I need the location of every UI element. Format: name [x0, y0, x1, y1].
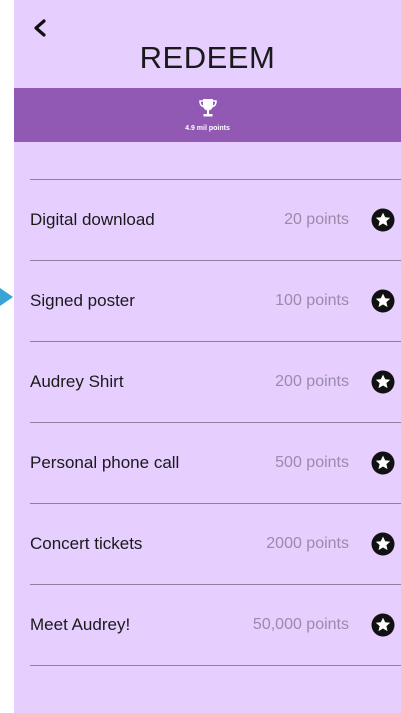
- reward-points: 20 points: [284, 211, 349, 228]
- reward-name: Meet Audrey!: [30, 615, 131, 634]
- points-total: 4.9 mil points: [185, 125, 230, 132]
- reward-item[interactable]: Personal phone call 500 points: [14, 423, 401, 503]
- redeem-screen: REDEEM 4.9 mil points Digital download 2…: [14, 0, 401, 713]
- points-banner: 4.9 mil points: [14, 88, 401, 142]
- reward-name: Concert tickets: [30, 534, 143, 553]
- reward-item[interactable]: Digital download 20 points: [14, 180, 401, 260]
- reward-item[interactable]: Signed poster 100 points: [14, 261, 401, 341]
- reward-name: Digital download: [30, 210, 155, 229]
- page-title: REDEEM: [139, 40, 276, 75]
- reward-points: 2000 points: [266, 535, 349, 552]
- rewards-list: Digital download 20 points Signed poster…: [14, 179, 401, 666]
- reward-name: Signed poster: [30, 291, 135, 310]
- selection-pointer-icon: [0, 288, 13, 306]
- reward-points: 200 points: [275, 373, 349, 390]
- list-divider: [30, 665, 401, 666]
- trophy-icon: [198, 99, 217, 117]
- reward-item[interactable]: Audrey Shirt 200 points: [14, 342, 401, 422]
- reward-name: Personal phone call: [30, 453, 180, 472]
- star-icon[interactable]: [371, 613, 395, 637]
- star-icon[interactable]: [371, 451, 395, 475]
- star-icon[interactable]: [371, 532, 395, 556]
- star-icon[interactable]: [371, 370, 395, 394]
- reward-item[interactable]: Concert tickets 2000 points: [14, 504, 401, 584]
- chevron-left-icon[interactable]: [32, 18, 48, 38]
- reward-name: Audrey Shirt: [30, 372, 124, 391]
- reward-item[interactable]: Meet Audrey! 50,000 points: [14, 585, 401, 665]
- star-icon[interactable]: [371, 289, 395, 313]
- reward-points: 50,000 points: [252, 616, 349, 633]
- reward-points: 500 points: [275, 454, 349, 471]
- reward-points: 100 points: [275, 292, 349, 309]
- star-icon[interactable]: [371, 208, 395, 232]
